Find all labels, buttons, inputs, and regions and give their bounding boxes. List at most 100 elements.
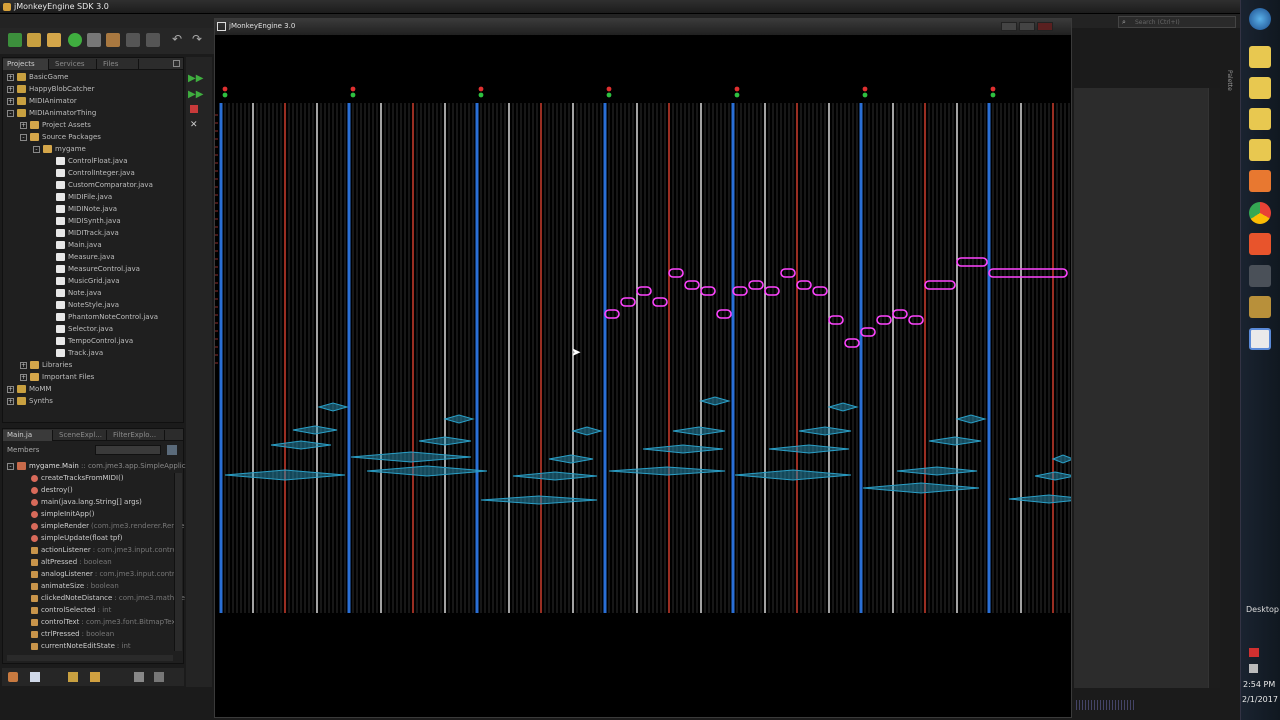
member-item[interactable]: controlText: com.jme3.font.BitmapText	[31, 616, 178, 628]
project-tree-item[interactable]: + Project Assets	[20, 119, 91, 131]
tab-filter-explorer[interactable]: FilterExplo...	[109, 430, 165, 441]
project-tree-item[interactable]: Measure.java	[46, 251, 115, 263]
project-tree-item[interactable]: - Source Packages	[20, 131, 101, 143]
project-tree-item[interactable]: PhantomNoteControl.java	[46, 311, 158, 323]
navigator-h-scrollbar[interactable]	[7, 655, 173, 661]
media-player-icon[interactable]	[1249, 170, 1271, 192]
project-tree-item[interactable]: MIDISynth.java	[46, 215, 121, 227]
expand-icon[interactable]: +	[20, 373, 27, 381]
project-tree-item[interactable]: NoteStyle.java	[46, 299, 119, 311]
project-tree-item[interactable]: + Important Files	[20, 371, 94, 383]
project-tree-item[interactable]: MusicGrid.java	[46, 275, 120, 287]
project-tree-item[interactable]: MIDITrack.java	[46, 227, 119, 239]
chrome-icon[interactable]	[1249, 202, 1271, 224]
expand-icon[interactable]: +	[20, 361, 27, 369]
filter-icon[interactable]	[154, 672, 164, 682]
collapse-icon[interactable]: -	[7, 462, 14, 470]
member-item[interactable]: destroy()	[31, 484, 75, 496]
member-item[interactable]: analogListener: com.jme3.input.control	[31, 568, 181, 580]
clock-date[interactable]: 2/1/2017	[1242, 695, 1278, 704]
project-tree-item[interactable]: Track.java	[46, 347, 103, 359]
expand-icon[interactable]: +	[7, 385, 14, 393]
project-tree-item[interactable]: + Synths	[7, 395, 53, 407]
project-tree-item[interactable]: + BasicGame	[7, 71, 68, 83]
tab-main-java[interactable]: Main.ja	[3, 430, 53, 441]
tab-projects[interactable]: Projects	[3, 59, 49, 70]
game-icon[interactable]	[1249, 296, 1271, 318]
member-item[interactable]: animateSize: boolean	[31, 580, 119, 592]
collapse-icon[interactable]: -	[7, 109, 14, 117]
tab-files[interactable]: Files	[99, 59, 139, 70]
member-item[interactable]: main(java.lang.String[] args)	[31, 496, 144, 508]
project-tree-item[interactable]: + HappyBlobCatcher	[7, 83, 94, 95]
clean-build-icon[interactable]	[87, 33, 101, 47]
project-tree-item[interactable]: ControlFloat.java	[46, 155, 127, 167]
collapse-icon[interactable]: -	[20, 133, 27, 141]
project-tree-item[interactable]: - MIDIAnimatorThing	[7, 107, 96, 119]
folder-icon[interactable]	[1249, 77, 1271, 99]
member-item[interactable]: currentNoteEditState: int	[31, 640, 131, 652]
member-item[interactable]: actionListener: com.jme3.input.controls	[31, 544, 182, 556]
build-icon[interactable]	[106, 33, 120, 47]
project-tree-item[interactable]: MIDINote.java	[46, 203, 117, 215]
sort-icon[interactable]	[134, 672, 144, 682]
project-tree-item[interactable]: CustomComparator.java	[46, 179, 153, 191]
member-item[interactable]: altPressed: boolean	[31, 556, 112, 568]
game-window-titlebar[interactable]: jMonkeyEngine 3.0	[215, 19, 1071, 35]
stop-icon[interactable]	[30, 672, 40, 682]
output-scrollbar[interactable]	[1208, 88, 1220, 688]
close-button[interactable]	[1037, 22, 1053, 31]
project-tree-item[interactable]: MIDIFile.java	[46, 191, 112, 203]
desktop-label[interactable]: Desktop	[1246, 605, 1279, 614]
new-project-icon[interactable]	[27, 33, 41, 47]
minimize-panel-icon[interactable]	[173, 60, 180, 67]
home-icon[interactable]	[90, 672, 100, 682]
member-item[interactable]: simpleInitApp()	[31, 508, 96, 520]
tab-services[interactable]: Services	[51, 59, 97, 70]
project-tree-item[interactable]: TempoControl.java	[46, 335, 133, 347]
search-box[interactable]: ⌕ Search (Ctrl+I)	[1118, 16, 1236, 28]
member-item[interactable]: simpleUpdate(float tpf)	[31, 532, 125, 544]
stop-run-icon[interactable]	[190, 105, 198, 113]
project-tree-item[interactable]: + MoMM	[7, 383, 51, 395]
maximize-button[interactable]	[1019, 22, 1035, 31]
music-grid[interactable]	[215, 35, 1071, 717]
folder-icon[interactable]	[1249, 139, 1271, 161]
folder-icon[interactable]	[1249, 108, 1271, 130]
clock-time[interactable]: 2:54 PM	[1243, 680, 1275, 689]
member-item[interactable]: ctrlPressed: boolean	[31, 628, 114, 640]
members-filter-dropdown[interactable]	[95, 445, 161, 455]
expand-icon[interactable]: +	[7, 97, 14, 105]
run-file-icon[interactable]: ▶▶	[188, 73, 203, 84]
navigator-root[interactable]: - mygame.Main :: com.jme3.app.SimpleAppli…	[7, 460, 186, 472]
redo-icon[interactable]: ↷	[192, 33, 206, 47]
project-tree-item[interactable]: + Libraries	[20, 359, 72, 371]
jmonkey-icon[interactable]	[1249, 328, 1271, 350]
run-again-icon[interactable]: ▶▶	[188, 89, 203, 100]
member-item[interactable]: clickedNoteDistance: com.jme3.math.Ve	[31, 592, 185, 604]
tool-icon[interactable]	[1249, 265, 1271, 287]
member-item[interactable]: simpleRender (com.jme3.renderer.Rende	[31, 520, 184, 532]
minimize-button[interactable]	[1001, 22, 1017, 31]
project-tree-item[interactable]: MeasureControl.java	[46, 263, 140, 275]
project-tree-item[interactable]: Selector.java	[46, 323, 113, 335]
collapse-icon[interactable]: -	[33, 145, 40, 153]
folder-icon[interactable]	[1249, 46, 1271, 68]
expand-icon[interactable]: +	[7, 73, 14, 81]
project-tree-item[interactable]: - mygame	[33, 143, 86, 155]
game-window[interactable]: jMonkeyEngine 3.0 ➤	[214, 18, 1072, 718]
save-icon[interactable]	[126, 33, 140, 47]
project-tree-item[interactable]: ControlInteger.java	[46, 167, 135, 179]
palette-side-tab[interactable]: Palette	[1226, 70, 1236, 130]
lock-icon[interactable]	[68, 672, 78, 682]
member-item[interactable]: controlSelected: int	[31, 604, 111, 616]
navigator-scrollbar[interactable]	[174, 473, 182, 651]
project-tree-item[interactable]: Note.java	[46, 287, 101, 299]
tools-icon[interactable]: ✕	[190, 120, 198, 130]
navigator-settings-icon[interactable]	[167, 445, 177, 455]
start-button-icon[interactable]	[1249, 8, 1271, 30]
gmail-tray-icon[interactable]	[1249, 648, 1259, 657]
brave-icon[interactable]	[1249, 233, 1271, 255]
project-tree-item[interactable]: + MIDIAnimator	[7, 95, 77, 107]
member-item[interactable]: createTracksFromMIDI()	[31, 472, 126, 484]
